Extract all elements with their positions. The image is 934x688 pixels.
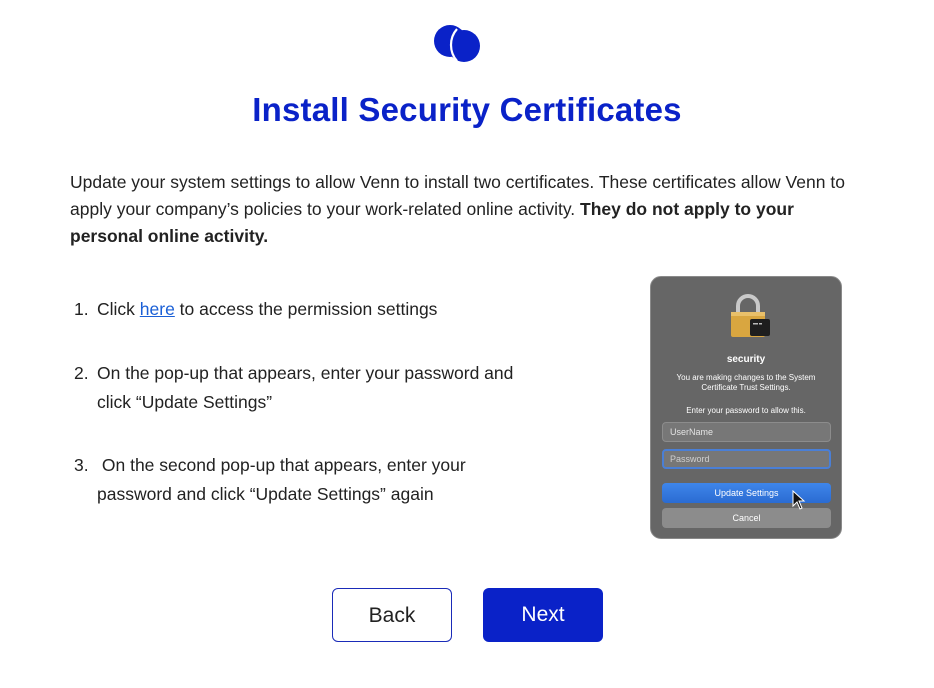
step-text: Click here to access the permission sett… — [97, 295, 544, 324]
venn-logo-icon — [434, 25, 480, 62]
here-link[interactable]: here — [140, 299, 175, 319]
page-title: Install Security Certificates — [252, 91, 682, 128]
back-button[interactable]: Back — [332, 588, 452, 642]
dialog-preview-image: security You are making changes to the S… — [650, 276, 842, 539]
step-text-after: to access the permission settings — [174, 299, 438, 319]
step-text-before: Click — [97, 299, 140, 319]
step-text: On the second pop-up that appears, enter… — [97, 455, 471, 504]
cancel-button: Cancel — [662, 508, 831, 528]
step-number: 1. — [74, 299, 89, 319]
password-field: Password — [662, 449, 831, 469]
pointer-cursor-icon — [792, 490, 806, 510]
username-field: UserName — [662, 422, 831, 442]
step-text: On the pop-up that appears, enter your p… — [97, 363, 514, 412]
intro-text: Update your system settings to allow Ven… — [70, 169, 870, 250]
step-number: 2. — [74, 363, 89, 383]
dialog-heading: security — [726, 354, 766, 365]
next-button[interactable]: Next — [483, 588, 603, 642]
dialog-message: You are making changes to the System Cer… — [676, 373, 816, 392]
step-number: 3. — [74, 455, 89, 475]
dialog-allow-text: Enter your password to allow this. — [686, 406, 806, 415]
lock-icon — [731, 294, 770, 337]
